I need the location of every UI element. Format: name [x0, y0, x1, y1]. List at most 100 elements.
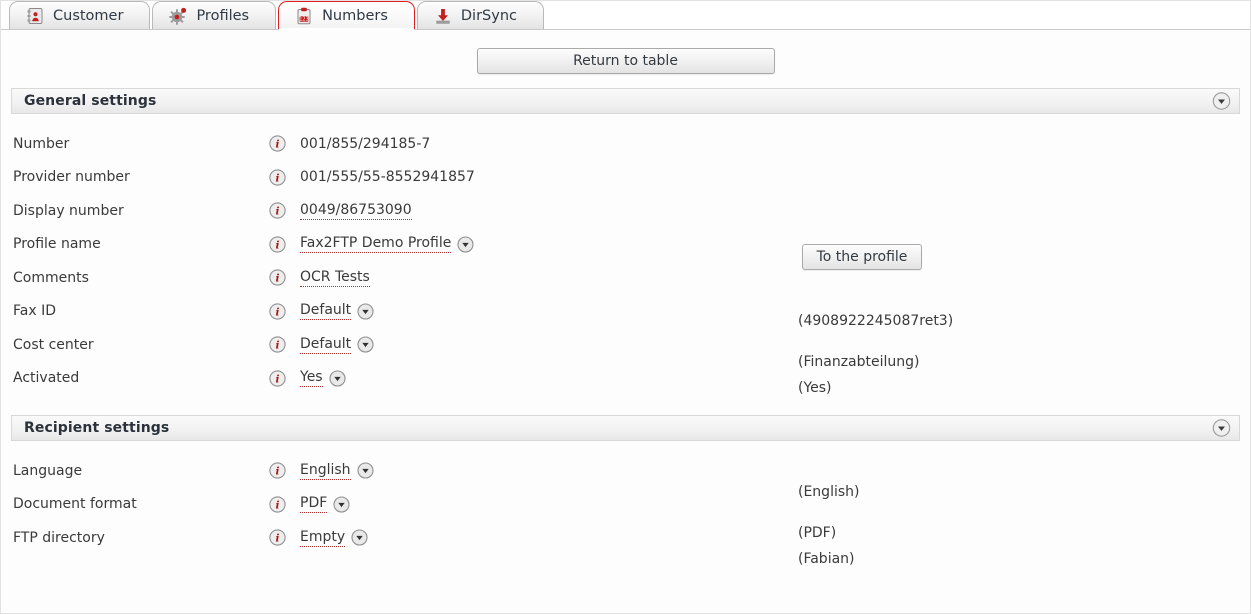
inherited-value-document-format: (PDF) [798, 525, 837, 541]
field-row-activated: Activated i Yes [1, 362, 1250, 396]
info-icon[interactable]: i [269, 269, 300, 286]
svg-text:123: 123 [299, 16, 309, 22]
svg-text:i: i [276, 340, 280, 352]
field-label-fax-id: Fax ID [13, 303, 56, 320]
field-text-display-number[interactable]: 0049/86753090 [300, 202, 412, 220]
field-text-cost-center[interactable]: Default [300, 336, 352, 354]
field-value-number: 001/855/294185-7 [300, 136, 430, 152]
field-value-profile-name: Fax2FTP Demo Profile [300, 235, 474, 254]
clipboard-123-icon: 123 [295, 7, 313, 25]
field-value-fax-id: Default [300, 302, 374, 321]
field-label-comments: Comments [13, 269, 89, 286]
info-icon[interactable]: i [269, 135, 300, 152]
info-icon[interactable]: i [269, 529, 300, 546]
field-row-cost-center: Cost center i Default [1, 328, 1250, 362]
section-header-general-settings: General settings [11, 88, 1240, 114]
field-value-activated: Yes [300, 369, 346, 388]
field-label-ftp-directory: FTP directory [13, 529, 105, 546]
field-text-document-format[interactable]: PDF [300, 495, 328, 514]
address-book-icon [26, 7, 44, 25]
field-label-language: Language [13, 462, 83, 479]
field-text-profile-name[interactable]: Fax2FTP Demo Profile [300, 235, 452, 254]
field-label-provider-number: Provider number [13, 169, 130, 186]
inherited-value-cost-center: (Finanzabteilung) [798, 354, 920, 370]
info-icon[interactable]: i [269, 303, 300, 320]
svg-text:i: i [276, 273, 280, 285]
section-title-general-settings: General settings [24, 93, 157, 109]
field-text-fax-id[interactable]: Default [300, 302, 352, 321]
recipient-settings-fields: Language i English Document format i PDF… [1, 441, 1250, 555]
field-text-number: 001/855/294185-7 [300, 135, 431, 152]
chevron-down-circle-icon[interactable] [1212, 419, 1231, 438]
inherited-value-language: (English) [798, 484, 860, 500]
tab-dirsync-label: DirSync [460, 7, 517, 24]
field-value-ftp-directory: Empty [300, 529, 368, 547]
info-icon[interactable]: i [269, 236, 300, 253]
info-icon[interactable]: i [269, 370, 300, 387]
info-icon[interactable]: i [269, 462, 300, 479]
field-text-provider-number: 001/555/55-8552941857 [300, 169, 475, 186]
chevron-down-icon[interactable] [329, 370, 346, 387]
download-tray-icon [434, 7, 452, 25]
general-settings-fields: Number i 001/855/294185-7 Provider numbe… [1, 114, 1250, 395]
chevron-down-circle-icon[interactable] [1212, 92, 1231, 111]
field-text-language[interactable]: English [300, 462, 351, 480]
chevron-down-icon[interactable] [333, 496, 350, 513]
field-row-document-format: Document format i PDF [1, 488, 1250, 522]
tab-profiles[interactable]: Profiles [152, 1, 277, 29]
field-text-activated[interactable]: Yes [300, 369, 323, 388]
svg-text:i: i [276, 239, 280, 251]
field-row-provider-number: Provider number i 001/555/55-8552941857 [1, 161, 1250, 195]
svg-text:i: i [276, 172, 280, 184]
svg-text:i: i [276, 373, 280, 385]
field-row-fax-id: Fax ID i Default [1, 295, 1250, 329]
to-the-profile-button[interactable]: To the profile [802, 244, 922, 270]
svg-text:i: i [276, 499, 280, 511]
numbers-detail-page: Customer Profiles 123 Numbers DirSync Re… [0, 0, 1251, 614]
svg-text:i: i [276, 206, 280, 218]
field-row-ftp-directory: FTP directory i Empty [1, 521, 1250, 555]
tab-numbers-label: Numbers [322, 7, 388, 24]
tab-customer-label: Customer [53, 7, 124, 24]
inherited-value-activated: (Yes) [798, 380, 832, 396]
info-icon[interactable]: i [269, 336, 300, 353]
field-row-number: Number i 001/855/294185-7 [1, 127, 1250, 161]
field-row-profile-name: Profile name i Fax2FTP Demo Profile [1, 228, 1250, 262]
inherited-value-fax-id: (4908922245087ret3) [798, 313, 954, 329]
info-icon[interactable]: i [269, 496, 300, 513]
tab-dirsync[interactable]: DirSync [416, 1, 544, 29]
chevron-down-icon[interactable] [357, 303, 374, 320]
field-text-ftp-directory[interactable]: Empty [300, 529, 346, 547]
tab-customer[interactable]: Customer [9, 1, 151, 29]
chevron-down-icon[interactable] [357, 336, 374, 353]
field-label-document-format: Document format [13, 496, 137, 513]
inherited-value-ftp-directory: (Fabian) [798, 551, 855, 567]
field-label-number: Number [13, 135, 70, 152]
field-value-language: English [300, 462, 374, 480]
chevron-down-icon[interactable] [357, 462, 374, 479]
tab-profiles-label: Profiles [196, 7, 250, 24]
tab-numbers[interactable]: 123 Numbers [278, 1, 415, 30]
return-to-table-button[interactable]: Return to table [476, 48, 775, 74]
field-value-display-number: 0049/86753090 [300, 202, 412, 220]
field-label-profile-name: Profile name [13, 236, 101, 253]
field-value-document-format: PDF [300, 495, 350, 514]
field-label-display-number: Display number [13, 202, 124, 219]
section-title-recipient-settings: Recipient settings [24, 420, 170, 436]
main-tab-bar: Customer Profiles 123 Numbers DirSync [1, 1, 1250, 30]
info-icon[interactable]: i [269, 202, 300, 219]
field-text-comments[interactable]: OCR Tests [300, 269, 370, 287]
info-icon[interactable]: i [269, 169, 300, 186]
chevron-down-icon[interactable] [351, 529, 368, 546]
return-bar: Return to table [1, 30, 1250, 74]
field-label-activated: Activated [13, 370, 80, 387]
field-row-display-number: Display number i 0049/86753090 [1, 194, 1250, 228]
svg-text:i: i [276, 533, 280, 545]
field-row-comments: Comments i OCR Tests [1, 261, 1250, 295]
gear-icon [169, 7, 187, 25]
field-value-comments: OCR Tests [300, 269, 370, 287]
section-header-recipient-settings: Recipient settings [11, 415, 1240, 441]
field-value-cost-center: Default [300, 336, 374, 354]
chevron-down-icon[interactable] [457, 236, 474, 253]
svg-text:i: i [276, 139, 280, 151]
